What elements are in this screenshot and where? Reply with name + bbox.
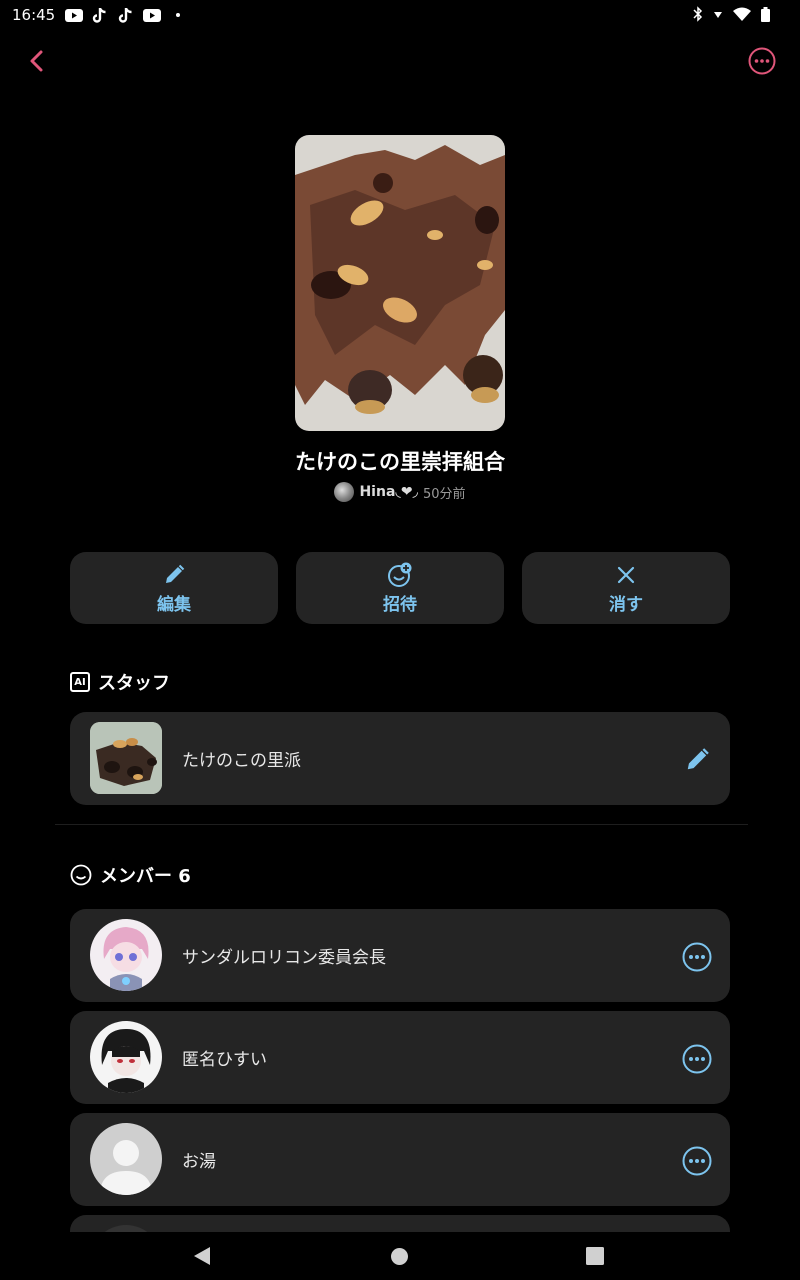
smile-icon xyxy=(70,864,92,886)
staff-section-header: AI スタッフ xyxy=(70,669,170,695)
youtube-icon xyxy=(65,8,84,22)
nav-back-icon[interactable] xyxy=(192,1246,212,1266)
more-options-button[interactable] xyxy=(748,47,776,75)
chevron-left-icon xyxy=(30,50,43,72)
staff-row[interactable]: たけのこの里派 xyxy=(70,712,730,805)
status-app-icons xyxy=(65,7,187,23)
wifi-icon xyxy=(733,7,751,21)
member-row[interactable]: お湯 xyxy=(70,1113,730,1206)
owner-name[interactable]: Hina◟❤︎◞ xyxy=(359,484,418,500)
default-avatar-icon xyxy=(90,1123,162,1195)
youtube-icon xyxy=(143,8,162,22)
group-cover-image[interactable] xyxy=(295,135,505,431)
members-section-title: メンバー 6 xyxy=(100,866,191,887)
back-button[interactable] xyxy=(22,46,52,76)
staff-name: たけのこの里派 xyxy=(182,751,301,771)
staff-thumbnail xyxy=(90,722,162,794)
dot-icon xyxy=(169,8,187,22)
more-horizontal-icon xyxy=(748,47,776,75)
more-horizontal-icon xyxy=(682,1044,712,1074)
invite-icon xyxy=(388,562,412,587)
pencil-icon xyxy=(687,748,709,770)
nav-home-icon[interactable] xyxy=(390,1247,409,1266)
member-options-button[interactable] xyxy=(682,1044,712,1074)
member-row[interactable]: サンダルロリコン委員会長 xyxy=(70,909,730,1002)
battery-icon xyxy=(761,6,770,22)
status-bar: 16:45 xyxy=(0,0,800,30)
bluetooth-icon xyxy=(693,6,703,22)
status-time: 16:45 xyxy=(12,6,56,24)
tiktok-icon xyxy=(91,7,109,23)
members-section-header: メンバー 6 xyxy=(70,862,191,888)
group-title: たけのこの里崇拝組合 xyxy=(295,450,505,474)
delete-label: 消す xyxy=(609,594,643,615)
tiktok-icon xyxy=(117,7,135,23)
ai-badge-icon: AI xyxy=(70,672,90,692)
owner-avatar[interactable] xyxy=(334,482,355,502)
member-options-button[interactable] xyxy=(682,942,712,972)
member-avatar xyxy=(90,1021,162,1093)
more-horizontal-icon xyxy=(682,1146,712,1176)
member-name: 匿名ひすい xyxy=(182,1050,267,1070)
member-row[interactable]: 匿名ひすい xyxy=(70,1011,730,1104)
staff-section-title: スタッフ xyxy=(98,673,170,694)
nav-recents-icon[interactable] xyxy=(586,1247,604,1265)
edit-button[interactable]: 編集 xyxy=(70,552,278,624)
system-icons xyxy=(693,6,770,22)
section-divider xyxy=(55,824,748,825)
close-icon xyxy=(617,566,635,583)
pencil-icon xyxy=(166,564,185,583)
invite-button[interactable]: 招待 xyxy=(296,552,504,624)
system-navigation-bar xyxy=(0,1232,800,1280)
edit-staff-button[interactable] xyxy=(682,745,712,775)
more-horizontal-icon xyxy=(682,942,712,972)
group-owner-line: Hina◟❤︎◞ 50分前 xyxy=(0,482,800,502)
member-avatar xyxy=(90,919,162,991)
signal-icon xyxy=(714,12,722,18)
edit-label: 編集 xyxy=(157,594,191,615)
posted-time: 50分前 xyxy=(422,486,466,502)
member-name: サンダルロリコン委員会長 xyxy=(182,948,386,968)
member-name: お湯 xyxy=(182,1152,216,1172)
invite-label: 招待 xyxy=(383,594,417,615)
member-options-button[interactable] xyxy=(682,1146,712,1176)
delete-button[interactable]: 消す xyxy=(522,552,730,624)
